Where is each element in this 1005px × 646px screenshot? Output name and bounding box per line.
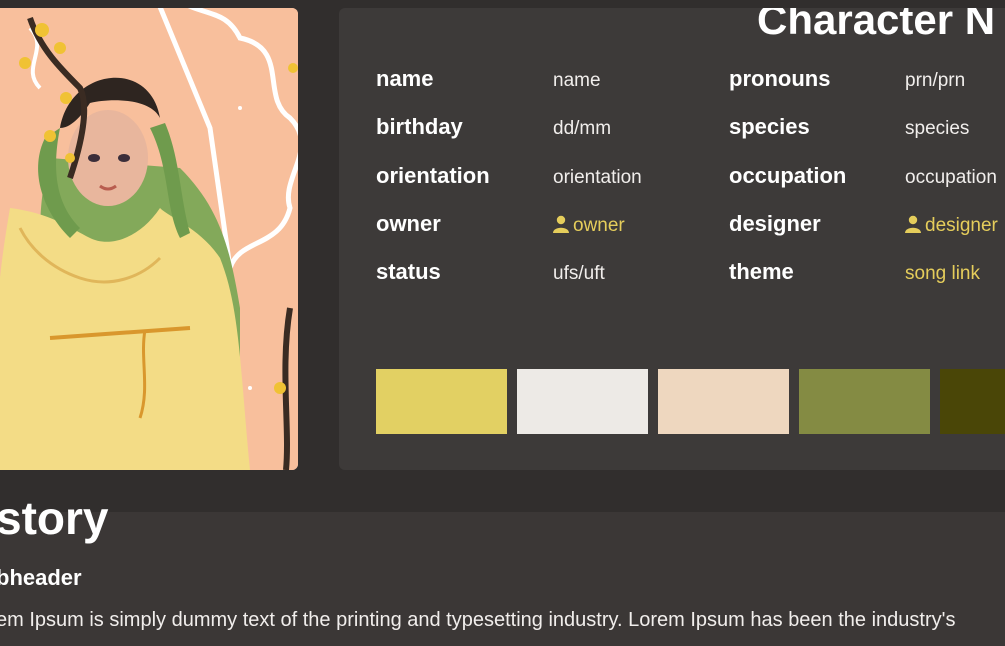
info-row-status: status ufs/uft theme song link [339, 259, 1005, 299]
person-icon [905, 215, 921, 233]
palette-swatch [799, 369, 930, 434]
label-owner: owner [376, 211, 441, 236]
value-name: name [553, 70, 601, 91]
label-status: status [376, 259, 441, 284]
story-body-text: em Ipsum is simply dummy text of the pri… [0, 609, 956, 631]
label-name: name [376, 66, 434, 91]
label-occupation: occupation [729, 163, 847, 188]
label-orientation: orientation [376, 163, 490, 188]
designer-link[interactable]: designer [905, 215, 998, 237]
value-species: species [905, 118, 970, 139]
palette-swatch [376, 369, 507, 434]
story-subheader: bheader [0, 565, 82, 590]
value-status: ufs/uft [553, 263, 605, 284]
character-portrait [0, 8, 298, 470]
owner-link[interactable]: owner [553, 215, 625, 237]
info-row-owner: owner owner designer designer [339, 211, 1005, 251]
value-occupation: occupation [905, 167, 997, 188]
value-pronouns: prn/prn [905, 70, 966, 91]
label-designer: designer [729, 211, 821, 236]
label-pronouns: pronouns [729, 66, 831, 91]
label-theme: theme [729, 259, 794, 284]
character-info-card: Character N name name pronouns prn/prn b… [339, 8, 1005, 470]
owner-link-label: owner [573, 215, 625, 236]
value-birthday: dd/mm [553, 118, 612, 139]
song-link[interactable]: song link [905, 263, 980, 285]
palette-swatch [658, 369, 789, 434]
person-icon [553, 215, 569, 233]
palette-swatch [517, 369, 648, 434]
info-row-name: name name pronouns prn/prn [339, 66, 1005, 106]
value-orientation: orientation [553, 167, 642, 188]
designer-link-label: designer [925, 215, 998, 236]
info-row-birthday: birthday dd/mm species species [339, 114, 1005, 154]
character-name-title: Character N [757, 8, 996, 43]
info-row-orientation: orientation orientation occupation occup… [339, 163, 1005, 203]
label-species: species [729, 114, 810, 139]
palette-swatch [940, 369, 1005, 434]
label-birthday: birthday [376, 114, 463, 139]
story-section-title: story [0, 492, 109, 544]
